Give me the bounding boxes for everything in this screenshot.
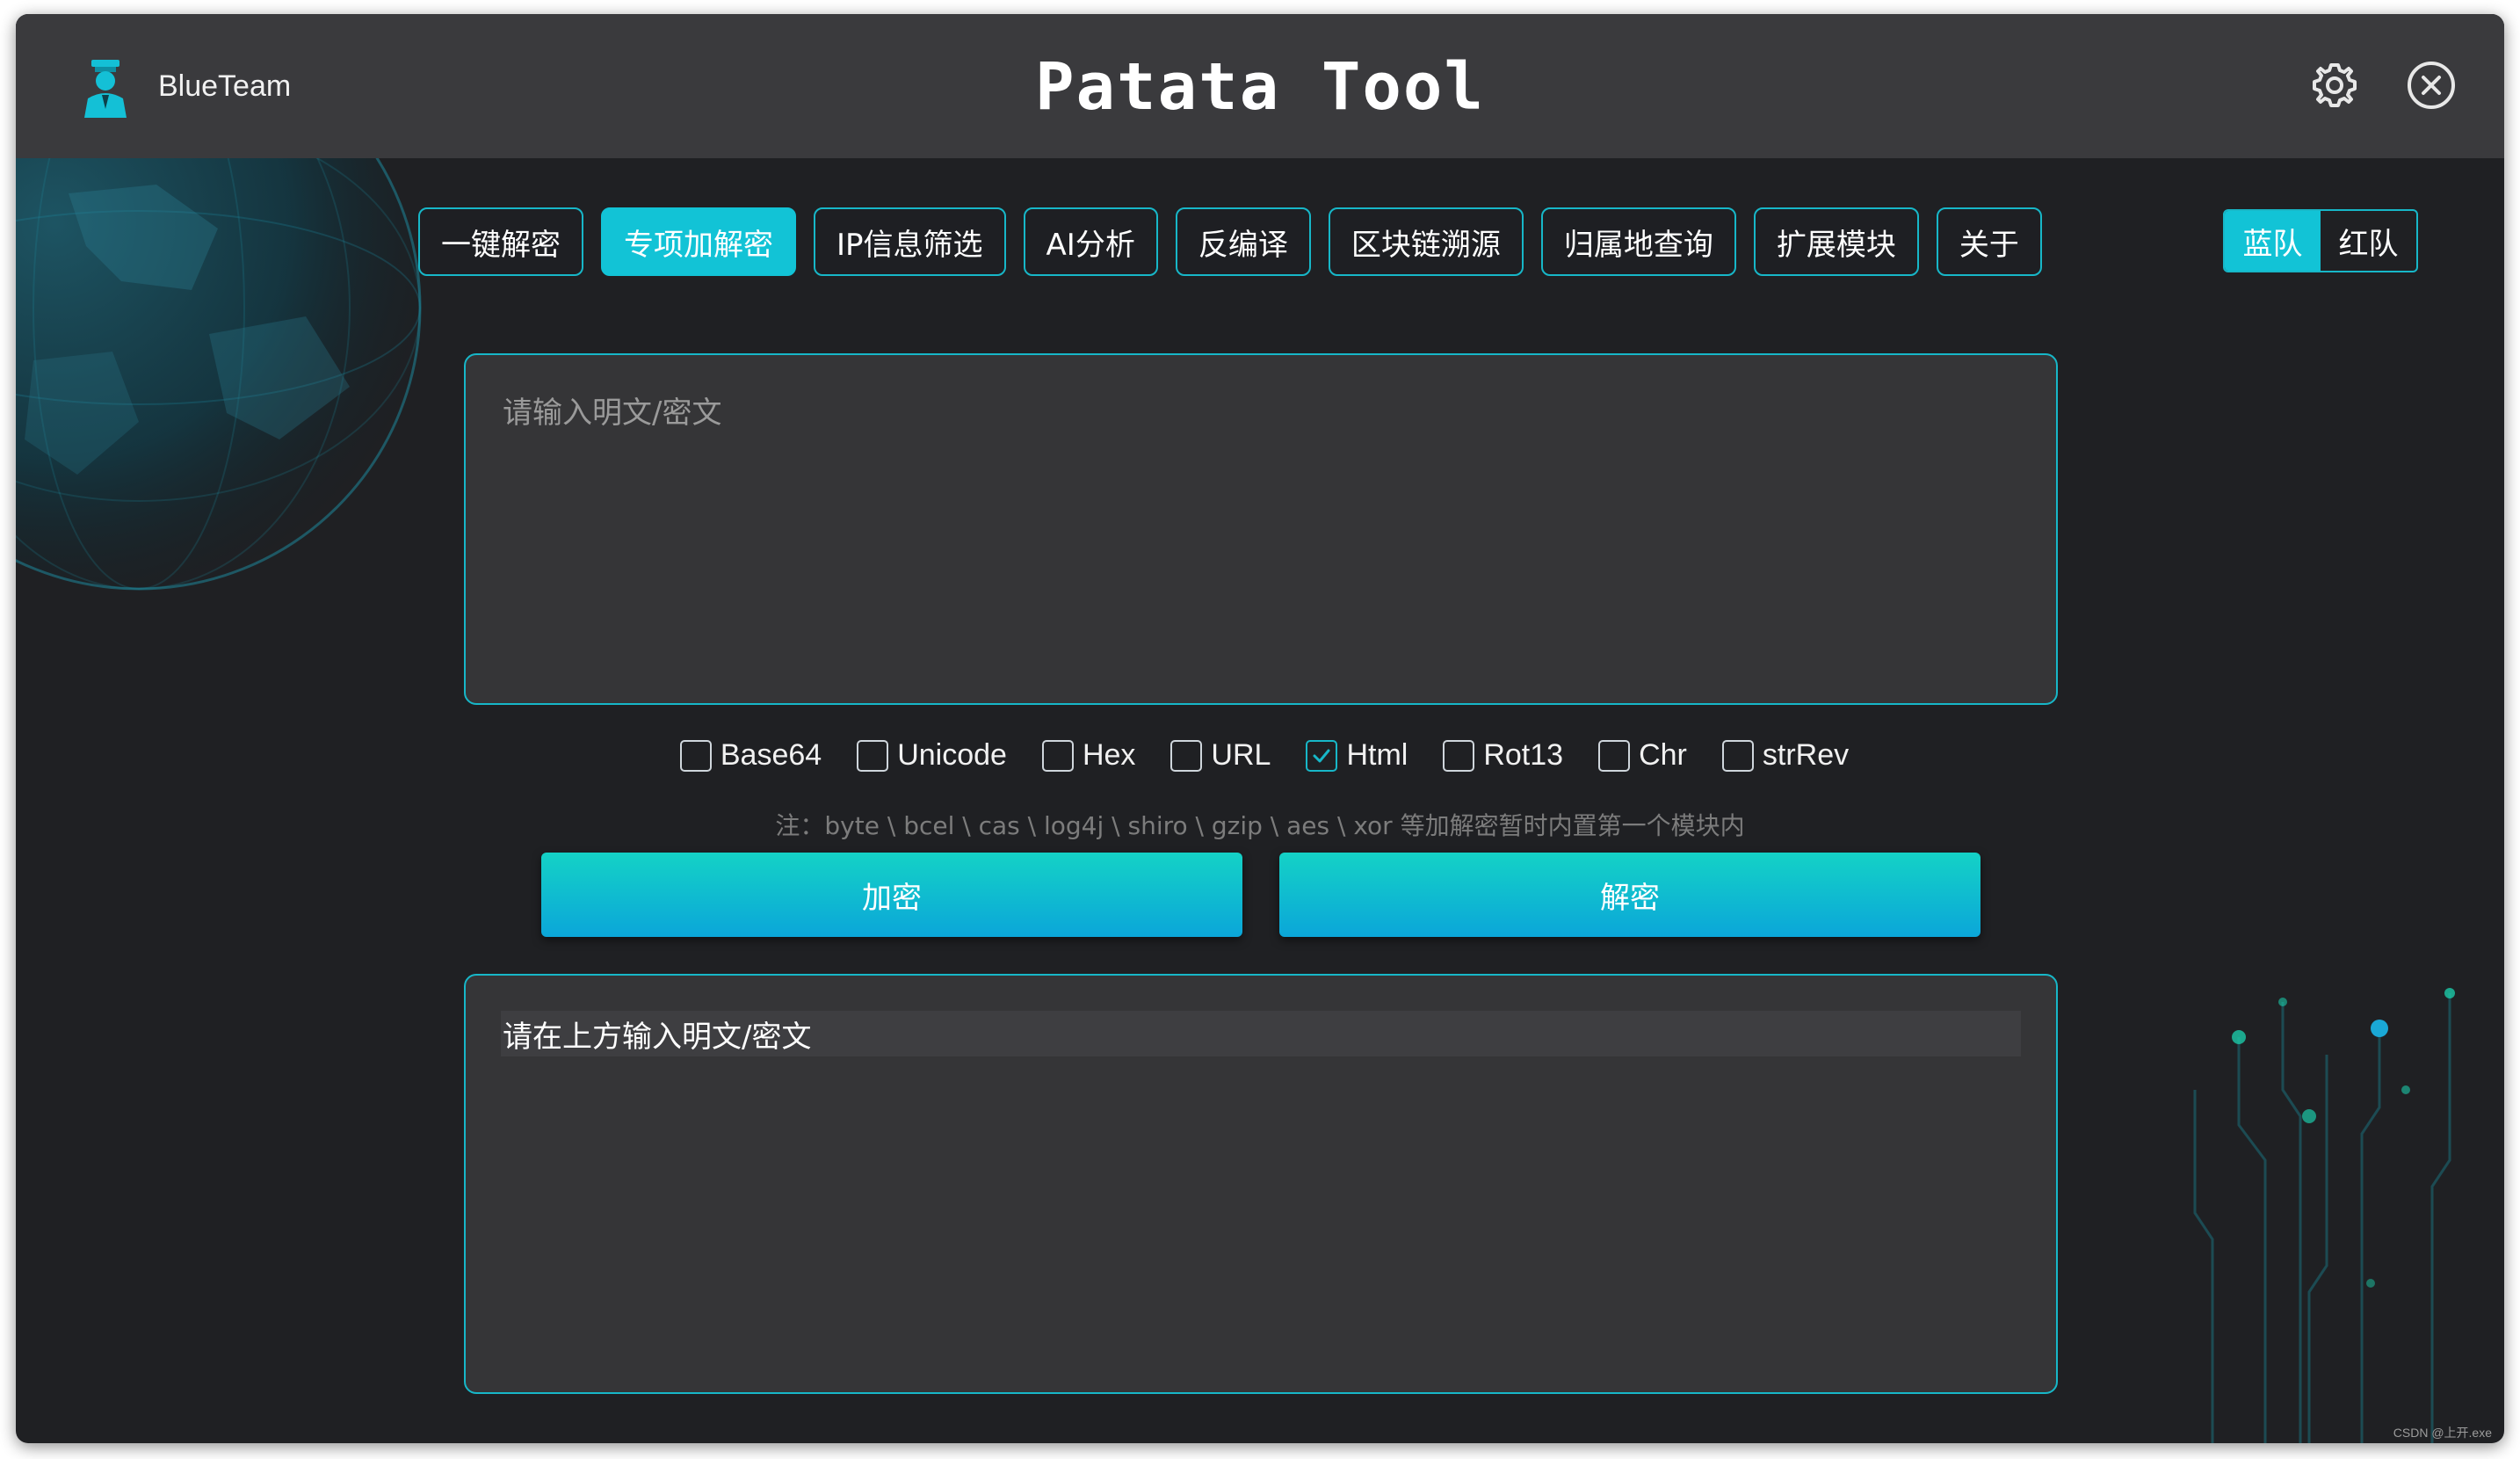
globe-graphic <box>16 158 422 591</box>
option-label: URL <box>1211 738 1271 772</box>
tab-location-lookup[interactable]: 归属地查询 <box>1540 207 1736 276</box>
note-text: 注：byte \ bcel \ cas \ log4j \ shiro \ gz… <box>775 811 1745 840</box>
red-team-option[interactable]: 红队 <box>2321 211 2416 271</box>
encoding-options: Base64 Unicode Hex URL Html Rot13 Chr st… <box>16 738 2504 773</box>
gear-icon[interactable] <box>2309 60 2360 111</box>
close-circle-icon[interactable] <box>2406 60 2457 111</box>
option-rot13[interactable]: Rot13 <box>1443 738 1563 773</box>
option-html[interactable]: Html <box>1306 738 1408 773</box>
watermark: CSDN @上开.exe <box>2393 1426 2492 1440</box>
option-url[interactable]: URL <box>1170 738 1271 773</box>
option-label: Hex <box>1082 738 1136 772</box>
tab-ai-analysis[interactable]: AI分析 <box>1023 207 1158 276</box>
option-hex[interactable]: Hex <box>1041 738 1136 773</box>
tab-extensions[interactable]: 扩展模块 <box>1753 207 1919 276</box>
checkbox[interactable] <box>1598 739 1631 772</box>
app-title: Patata Tool <box>1034 49 1486 125</box>
option-strrev[interactable]: strRev <box>1721 738 1850 773</box>
tab-special-encrypt-decrypt[interactable]: 专项加解密 <box>601 207 796 276</box>
option-label: Rot13 <box>1483 738 1564 772</box>
checkbox[interactable] <box>1170 739 1203 772</box>
option-label: Base64 <box>720 738 822 772</box>
app-window: BlueTeam Patata Tool 一键解密 专项加解密 IP信息筛选 A… <box>16 14 2504 1443</box>
tab-one-click-decrypt[interactable]: 一键解密 <box>418 207 583 276</box>
checkbox[interactable] <box>1041 739 1074 772</box>
encrypt-button[interactable]: 加密 <box>541 853 1242 937</box>
option-label: Unicode <box>897 738 1007 772</box>
checkbox[interactable] <box>1443 739 1475 772</box>
option-chr[interactable]: Chr <box>1598 738 1687 773</box>
checkbox-checked[interactable] <box>1306 739 1338 772</box>
check-icon <box>1313 749 1330 762</box>
decrypt-button[interactable]: 解密 <box>1279 853 1981 937</box>
blue-team-option[interactable]: 蓝队 <box>2225 211 2321 271</box>
checkbox[interactable] <box>857 739 889 772</box>
option-label: Chr <box>1639 738 1687 772</box>
output-panel[interactable]: 请在上方输入明文/密文 <box>464 974 2058 1394</box>
plaintext-input[interactable] <box>466 355 2056 703</box>
title-actions <box>2309 60 2457 111</box>
option-unicode[interactable]: Unicode <box>857 738 1007 773</box>
output-text: 请在上方输入明文/密文 <box>501 1011 2021 1056</box>
checkbox[interactable] <box>1721 739 1754 772</box>
option-label: strRev <box>1762 738 1850 772</box>
team-toggle: 蓝队 红队 <box>2223 209 2418 272</box>
input-panel <box>464 353 2058 705</box>
circuit-nodes <box>2232 988 2455 1288</box>
tab-decompile[interactable]: 反编译 <box>1175 207 1311 276</box>
checkbox[interactable] <box>679 739 712 772</box>
title-bar: BlueTeam Patata Tool <box>16 14 2504 158</box>
option-base64[interactable]: Base64 <box>679 738 822 773</box>
nav-tabs: 一键解密 专项加解密 IP信息筛选 AI分析 反编译 区块链溯源 归属地查询 扩… <box>418 207 2042 276</box>
tab-about[interactable]: 关于 <box>1936 207 2042 276</box>
option-label: Html <box>1346 738 1408 772</box>
circuit-graphic <box>2193 993 2451 1443</box>
tab-blockchain-trace[interactable]: 区块链溯源 <box>1328 207 1524 276</box>
tab-ip-filter[interactable]: IP信息筛选 <box>814 207 1006 276</box>
